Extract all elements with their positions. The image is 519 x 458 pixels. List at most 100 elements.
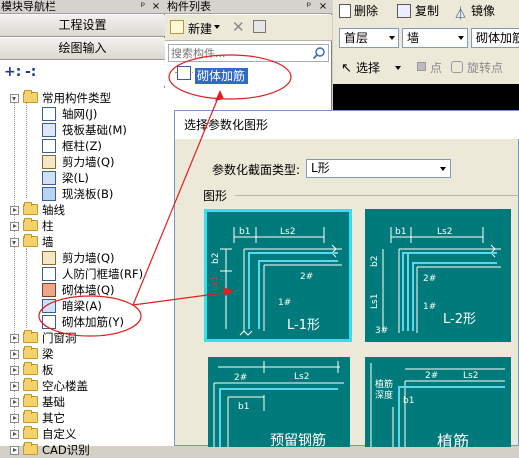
- dim-label: 1#: [423, 302, 436, 312]
- expand-toggle-icon[interactable]: [10, 366, 19, 375]
- drawing-input-button[interactable]: 绘图输入: [0, 38, 165, 60]
- tree-item-shear-wall-2[interactable]: 剪力墙(Q): [0, 250, 165, 266]
- shape-option-preset-rebar[interactable]: 2# Ls2 b1 预留钢筋: [208, 357, 350, 447]
- expand-toggle-icon[interactable]: [10, 350, 19, 359]
- expand-toggle-icon[interactable]: [10, 206, 19, 215]
- tree-item-masonry-wall[interactable]: 砌体墙(Q): [0, 282, 165, 298]
- expand-toggle-icon[interactable]: [10, 446, 19, 455]
- component-list-item-selected[interactable]: 砌体加筋: [195, 68, 249, 84]
- tree-item-civil-defense-door-wall[interactable]: 人防门框墙(RF): [0, 266, 165, 282]
- search-input[interactable]: [171, 45, 309, 61]
- category-select[interactable]: 墙: [402, 28, 468, 48]
- tree-item-masonry-reinforcement[interactable]: 砌体加筋(Y): [0, 314, 165, 330]
- component-type-tree: 常用构件类型 轴网(J) 筏板基础(M) 框柱(Z) 剪力墙(Q) 梁(L) 现…: [0, 88, 165, 457]
- folder-icon: [23, 378, 38, 391]
- shape-option-l1[interactable]: b1 Ls2 2# 1# Ls1 b2 L-1形: [204, 209, 352, 342]
- tree-item-raft-foundation[interactable]: 筏板基础(M): [0, 122, 165, 138]
- tree-folder-beam[interactable]: 梁: [0, 346, 165, 362]
- expand-toggle-icon[interactable]: [10, 382, 19, 391]
- point-button[interactable]: 点: [430, 59, 442, 77]
- tree-item-cast-slab[interactable]: 现浇板(B): [0, 186, 165, 202]
- shear-wall-icon: [42, 251, 56, 265]
- select-dropdown-icon[interactable]: [395, 66, 401, 70]
- tree-label: 人防门框墙(RF): [62, 267, 144, 281]
- tree-label: 墙: [42, 235, 54, 249]
- floor-select[interactable]: 首层: [339, 28, 399, 48]
- new-dropdown-icon[interactable]: [214, 25, 220, 29]
- dim-label: 2#: [425, 371, 438, 381]
- tree-folder-cad-recognition[interactable]: CAD识别: [0, 442, 165, 458]
- editing-toolbar: 删除 复制 ⏃ 镜像 首层 墙 砌体加筋 ↖ 选择 点 旋转点: [333, 0, 519, 84]
- delete-button[interactable]: 删除: [354, 2, 378, 20]
- mirror-button[interactable]: 镜像: [471, 2, 495, 20]
- dim-label: b1: [395, 227, 406, 237]
- new-button[interactable]: 新建: [188, 20, 212, 37]
- new-component-icon[interactable]: [170, 20, 184, 34]
- tree-item-beam[interactable]: 梁(L): [0, 170, 165, 186]
- tree-label: 板: [42, 363, 54, 377]
- expand-toggle-icon[interactable]: [10, 398, 19, 407]
- expand-toggle-icon[interactable]: [10, 94, 19, 103]
- section-type-label: 参数化截面类型:: [212, 163, 301, 177]
- tree-label: 轴线: [42, 203, 65, 217]
- category-value: 墙: [407, 31, 420, 45]
- tree-folder-door-window[interactable]: 门窗洞: [0, 330, 165, 346]
- section-type-select[interactable]: L形: [306, 159, 451, 178]
- tree-item-frame-column[interactable]: 框柱(Z): [0, 138, 165, 154]
- tree-folder-other[interactable]: 其它: [0, 410, 165, 426]
- tree-folder-column[interactable]: 柱: [0, 218, 165, 234]
- tree-folder-custom[interactable]: 自定义: [0, 426, 165, 442]
- tree-folder-slab[interactable]: 板: [0, 362, 165, 378]
- chevron-down-icon: [389, 36, 395, 40]
- folder-icon: [23, 234, 38, 247]
- module-navigator-panel: 模块导航栏 ᵖ × 工程设置 绘图输入 +: -: 常用构件类型 轴网(J) 筏…: [0, 0, 165, 457]
- expand-toggle-icon[interactable]: [10, 222, 19, 231]
- tree-label: 砌体加筋(Y): [62, 315, 124, 329]
- folder-icon: [23, 218, 38, 231]
- close-icon[interactable]: ×: [150, 0, 162, 14]
- expand-toggle-icon[interactable]: [10, 238, 19, 247]
- expand-all-icon[interactable]: +:: [4, 64, 21, 80]
- masonry-reinforcement-icon: [42, 315, 56, 329]
- expand-toggle-icon[interactable]: [10, 414, 19, 423]
- shape-name: L-2形: [443, 312, 476, 327]
- delete-icon: [339, 4, 351, 18]
- dim-label: b1: [403, 396, 414, 406]
- shape-option-l2[interactable]: b1 Ls2 2# 1# 3# Ls1 b2 L-2形: [365, 209, 511, 342]
- tree-folder-hollow-floor[interactable]: 空心楼盖: [0, 378, 165, 394]
- rotate-point-icon: [451, 61, 463, 73]
- folder-icon: [23, 90, 38, 103]
- frame-column-icon: [42, 139, 56, 153]
- component-select[interactable]: 砌体加筋: [471, 28, 519, 48]
- tree-folder-common[interactable]: 常用构件类型: [0, 90, 165, 106]
- tree-item-hidden-beam[interactable]: 暗梁(A): [0, 298, 165, 314]
- tree-label: 基础: [42, 395, 65, 409]
- pin-icon[interactable]: ᵖ: [137, 0, 149, 14]
- tree-item-shear-wall[interactable]: 剪力墙(Q): [0, 154, 165, 170]
- close-icon[interactable]: ×: [317, 0, 329, 14]
- tree-item-axis-grid[interactable]: 轴网(J): [0, 106, 165, 122]
- shapes-group-label: 图形: [203, 189, 228, 203]
- search-icon[interactable]: [312, 46, 326, 60]
- component-search: [168, 44, 329, 62]
- copy-component-icon[interactable]: [253, 20, 266, 33]
- select-button[interactable]: 选择: [356, 59, 380, 77]
- delete-component-icon[interactable]: ✕: [232, 18, 245, 36]
- dim-label: Ls1: [370, 294, 380, 309]
- tree-label: 其它: [42, 411, 65, 425]
- expand-toggle-icon[interactable]: [10, 430, 19, 439]
- tree-folder-foundation[interactable]: 基础: [0, 394, 165, 410]
- rotate-point-button[interactable]: 旋转点: [467, 59, 503, 77]
- tree-folder-axis[interactable]: 轴线: [0, 202, 165, 218]
- axis-grid-icon: [42, 107, 56, 121]
- dim-label: 3#: [375, 326, 388, 336]
- collapse-all-icon[interactable]: -:: [25, 64, 36, 80]
- expand-toggle-icon[interactable]: [10, 334, 19, 343]
- copy-button[interactable]: 复制: [415, 2, 439, 20]
- pin-icon[interactable]: ᵖ: [303, 0, 315, 14]
- shape-option-planted-rebar[interactable]: 植筋 深度 2# Ls2 b1 植筋: [365, 357, 511, 447]
- project-settings-button[interactable]: 工程设置: [0, 15, 165, 37]
- tree-folder-wall[interactable]: 墙: [0, 234, 165, 250]
- component-list-title: 构件列表: [167, 0, 211, 13]
- dim-label: Ls2: [463, 371, 478, 381]
